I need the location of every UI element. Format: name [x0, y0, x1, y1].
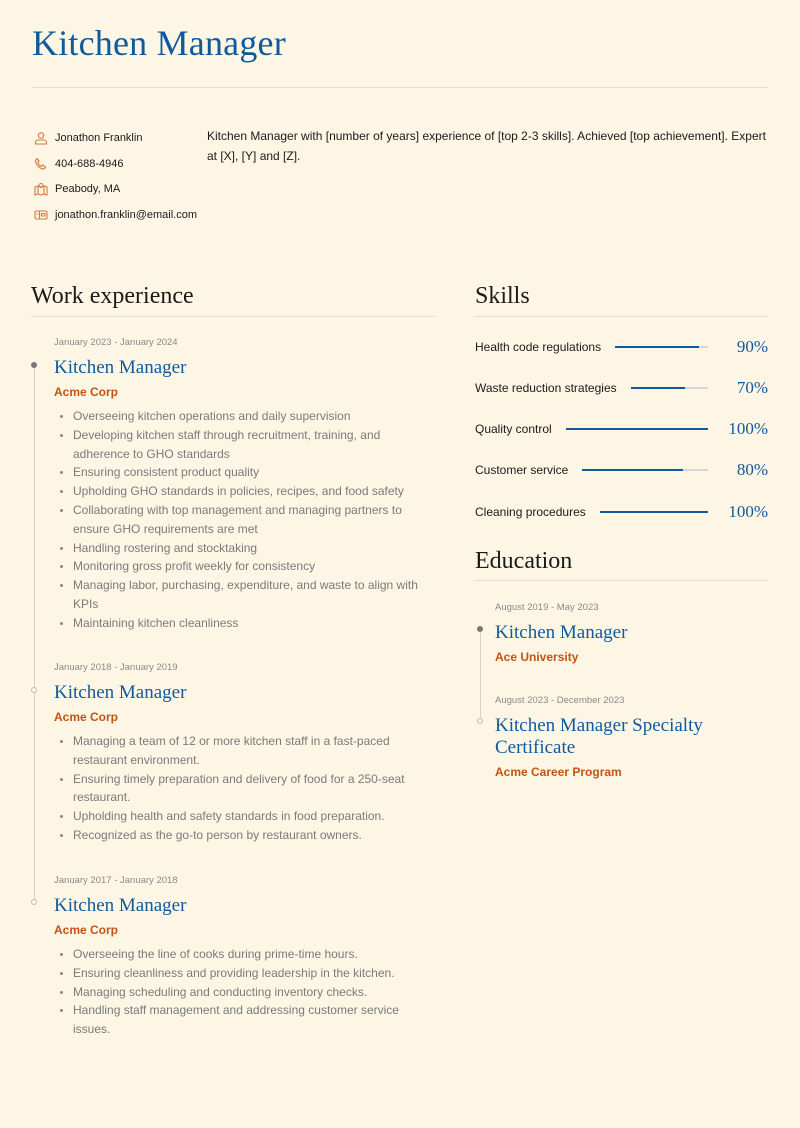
bullet-item: Developing kitchen staff through recruit…: [54, 426, 434, 464]
contact-phone-text: 404-688-4946: [55, 157, 124, 170]
skill-percent: 70%: [736, 378, 768, 397]
entry-date: August 2023 - December 2023: [495, 695, 625, 706]
bullet-item: Monitoring gross profit weekly for consi…: [54, 557, 434, 576]
bullet-item: Managing scheduling and conducting inven…: [54, 983, 434, 1002]
entry-degree: Kitchen Manager: [495, 622, 628, 643]
bullet-item: Upholding GHO standards in policies, rec…: [54, 482, 434, 501]
mailbox-icon: [34, 208, 48, 222]
work-entry: January 2023 - January 2024 Kitchen Mana…: [54, 337, 434, 633]
map-icon: [34, 182, 48, 196]
bullet-item: Ensuring cleanliness and providing leade…: [54, 964, 434, 983]
entry-bullets: Managing a team of 12 or more kitchen st…: [54, 732, 434, 845]
education-entry: August 2019 - May 2023 Kitchen Manager A…: [495, 602, 765, 666]
timeline-dot: [477, 626, 483, 632]
work-experience-heading: Work experience: [31, 283, 194, 309]
bullet-item: Managing a team of 12 or more kitchen st…: [54, 732, 434, 770]
skill-bar-track: [565, 428, 708, 430]
entry-bullets: Overseeing the line of cooks during prim…: [54, 945, 434, 1039]
skill-bar-fill: [615, 346, 699, 348]
timeline-dot: [31, 687, 37, 693]
skills-heading: Skills: [475, 283, 530, 309]
timeline-dot: [477, 718, 483, 724]
skill-row: Waste reduction strategies 70%: [475, 378, 768, 398]
skills-divider: [475, 316, 768, 317]
work-divider: [31, 316, 436, 317]
work-entry: January 2018 - January 2019 Kitchen Mana…: [54, 662, 434, 845]
user-icon: [34, 131, 48, 145]
bullet-item: Overseeing kitchen operations and daily …: [54, 407, 434, 426]
contact-email-text[interactable]: jonathon.franklin@email.com: [55, 209, 197, 221]
bullet-item: Ensuring timely preparation and delivery…: [54, 770, 434, 808]
skill-bar-fill: [582, 469, 683, 471]
entry-role: Kitchen Manager: [54, 682, 187, 703]
bullet-item: Overseeing the line of cooks during prim…: [54, 945, 434, 964]
education-entry: August 2023 - December 2023 Kitchen Mana…: [495, 695, 735, 781]
entry-date: January 2018 - January 2019: [54, 662, 178, 673]
bullet-item: Upholding health and safety standards in…: [54, 807, 434, 826]
skill-bar-fill: [630, 387, 685, 389]
work-timeline-line: [34, 368, 35, 904]
bullet-item: Collaborating with top management and ma…: [54, 501, 434, 539]
entry-company: Acme Corp: [54, 923, 119, 937]
skill-row: Health code regulations 90%: [475, 337, 768, 357]
skill-row: Cleaning procedures 100%: [475, 502, 768, 522]
contact-list: Jonathon Franklin 404-688-4946 Peabody, …: [34, 125, 209, 228]
skill-bar-track: [599, 511, 708, 513]
education-heading: Education: [475, 548, 573, 574]
contact-email: jonathon.franklin@email.com: [34, 202, 209, 228]
skill-name: Cleaning procedures: [475, 505, 586, 519]
work-entry: January 2017 - January 2018 Kitchen Mana…: [54, 875, 434, 1039]
entry-school: Acme Career Program: [495, 765, 622, 779]
bullet-item: Handling rostering and stocktaking: [54, 539, 434, 558]
skill-bar-fill: [599, 511, 708, 513]
contact-location-text: Peabody, MA: [55, 183, 121, 196]
bullet-item: Maintaining kitchen cleanliness: [54, 614, 434, 633]
summary: Kitchen Manager with [number of years] e…: [207, 129, 766, 163]
bullet-item: Handling staff management and addressing…: [54, 1001, 434, 1039]
contact-location: Peabody, MA: [34, 176, 209, 202]
entry-school: Ace University: [495, 650, 579, 664]
entry-date: January 2017 - January 2018: [54, 875, 178, 886]
skill-percent: 90%: [736, 337, 768, 356]
timeline-dot: [31, 899, 37, 905]
contact-name-text: Jonathon Franklin: [55, 131, 143, 144]
skill-name: Health code regulations: [475, 340, 602, 354]
skill-bar-track: [630, 387, 708, 389]
entry-date: January 2023 - January 2024: [54, 337, 178, 348]
entry-company: Acme Corp: [54, 710, 119, 724]
entry-role: Kitchen Manager: [54, 895, 187, 916]
skill-name: Quality control: [475, 422, 552, 436]
entry-role: Kitchen Manager: [54, 357, 187, 378]
phone-icon: [34, 157, 48, 171]
entry-company: Acme Corp: [54, 385, 119, 399]
skill-name: Waste reduction strategies: [475, 381, 617, 395]
entry-degree: Kitchen Manager Specialty Certificate: [495, 715, 703, 758]
bullet-item: Recognized as the go-to person by restau…: [54, 826, 434, 845]
timeline-dot: [31, 362, 37, 368]
title-divider: [32, 87, 768, 88]
bullet-item: Managing labor, purchasing, expenditure,…: [54, 576, 434, 614]
skill-percent: 80%: [736, 460, 768, 479]
contact-name: Jonathon Franklin: [34, 125, 209, 151]
education-divider: [475, 580, 768, 581]
skill-percent: 100%: [728, 419, 768, 438]
bullet-item: Ensuring consistent product quality: [54, 463, 434, 482]
entry-bullets: Overseeing kitchen operations and daily …: [54, 407, 434, 633]
skill-row: Customer service 80%: [475, 460, 768, 480]
skill-percent: 100%: [728, 502, 768, 521]
skill-bar-fill: [565, 428, 708, 430]
resume-title: Kitchen Manager: [32, 23, 286, 63]
skill-bar-track: [615, 346, 708, 348]
skill-name: Customer service: [475, 463, 569, 477]
skill-bar-track: [582, 469, 708, 471]
contact-phone: 404-688-4946: [34, 151, 209, 177]
entry-date: August 2019 - May 2023: [495, 602, 599, 613]
skill-row: Quality control 100%: [475, 419, 768, 439]
education-timeline-line: [480, 632, 481, 720]
